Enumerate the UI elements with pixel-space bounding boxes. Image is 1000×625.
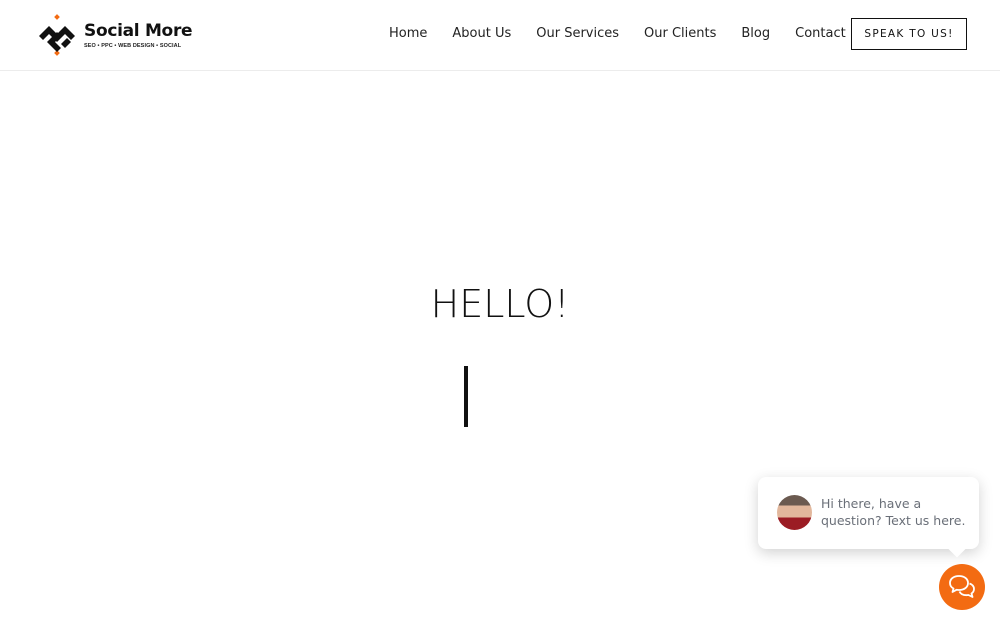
nav-home[interactable]: Home: [389, 26, 427, 41]
logo[interactable]: Social More SEO • PPC • WEB DESIGN • SOC…: [36, 14, 193, 56]
brand-tagline: SEO • PPC • WEB DESIGN • SOCIAL: [84, 42, 182, 49]
nav-our-services[interactable]: Our Services: [536, 26, 619, 41]
brand-name: Social More: [84, 20, 193, 41]
chat-prompt-text: Hi there, have a question? Text us here.: [821, 496, 966, 528]
nav-our-clients[interactable]: Our Clients: [644, 26, 716, 41]
chat-prompt-bubble[interactable]: Hi there, have a question? Text us here.: [758, 477, 979, 549]
chat-bubbles-icon: [949, 575, 975, 598]
hero-heading: HELLO!: [430, 282, 570, 326]
typing-cursor: [464, 366, 468, 427]
main-nav: Home About Us Our Services Our Clients B…: [389, 26, 871, 41]
speak-to-us-button[interactable]: SPEAK TO US!: [851, 18, 967, 50]
chat-button[interactable]: [939, 564, 985, 610]
nav-contact[interactable]: Contact: [795, 26, 846, 41]
nav-about-us[interactable]: About Us: [452, 26, 511, 41]
nav-blog[interactable]: Blog: [741, 26, 770, 41]
site-header: Social More SEO • PPC • WEB DESIGN • SOC…: [0, 0, 1000, 71]
agent-avatar: [777, 495, 812, 530]
logo-mark-icon: [39, 14, 75, 56]
